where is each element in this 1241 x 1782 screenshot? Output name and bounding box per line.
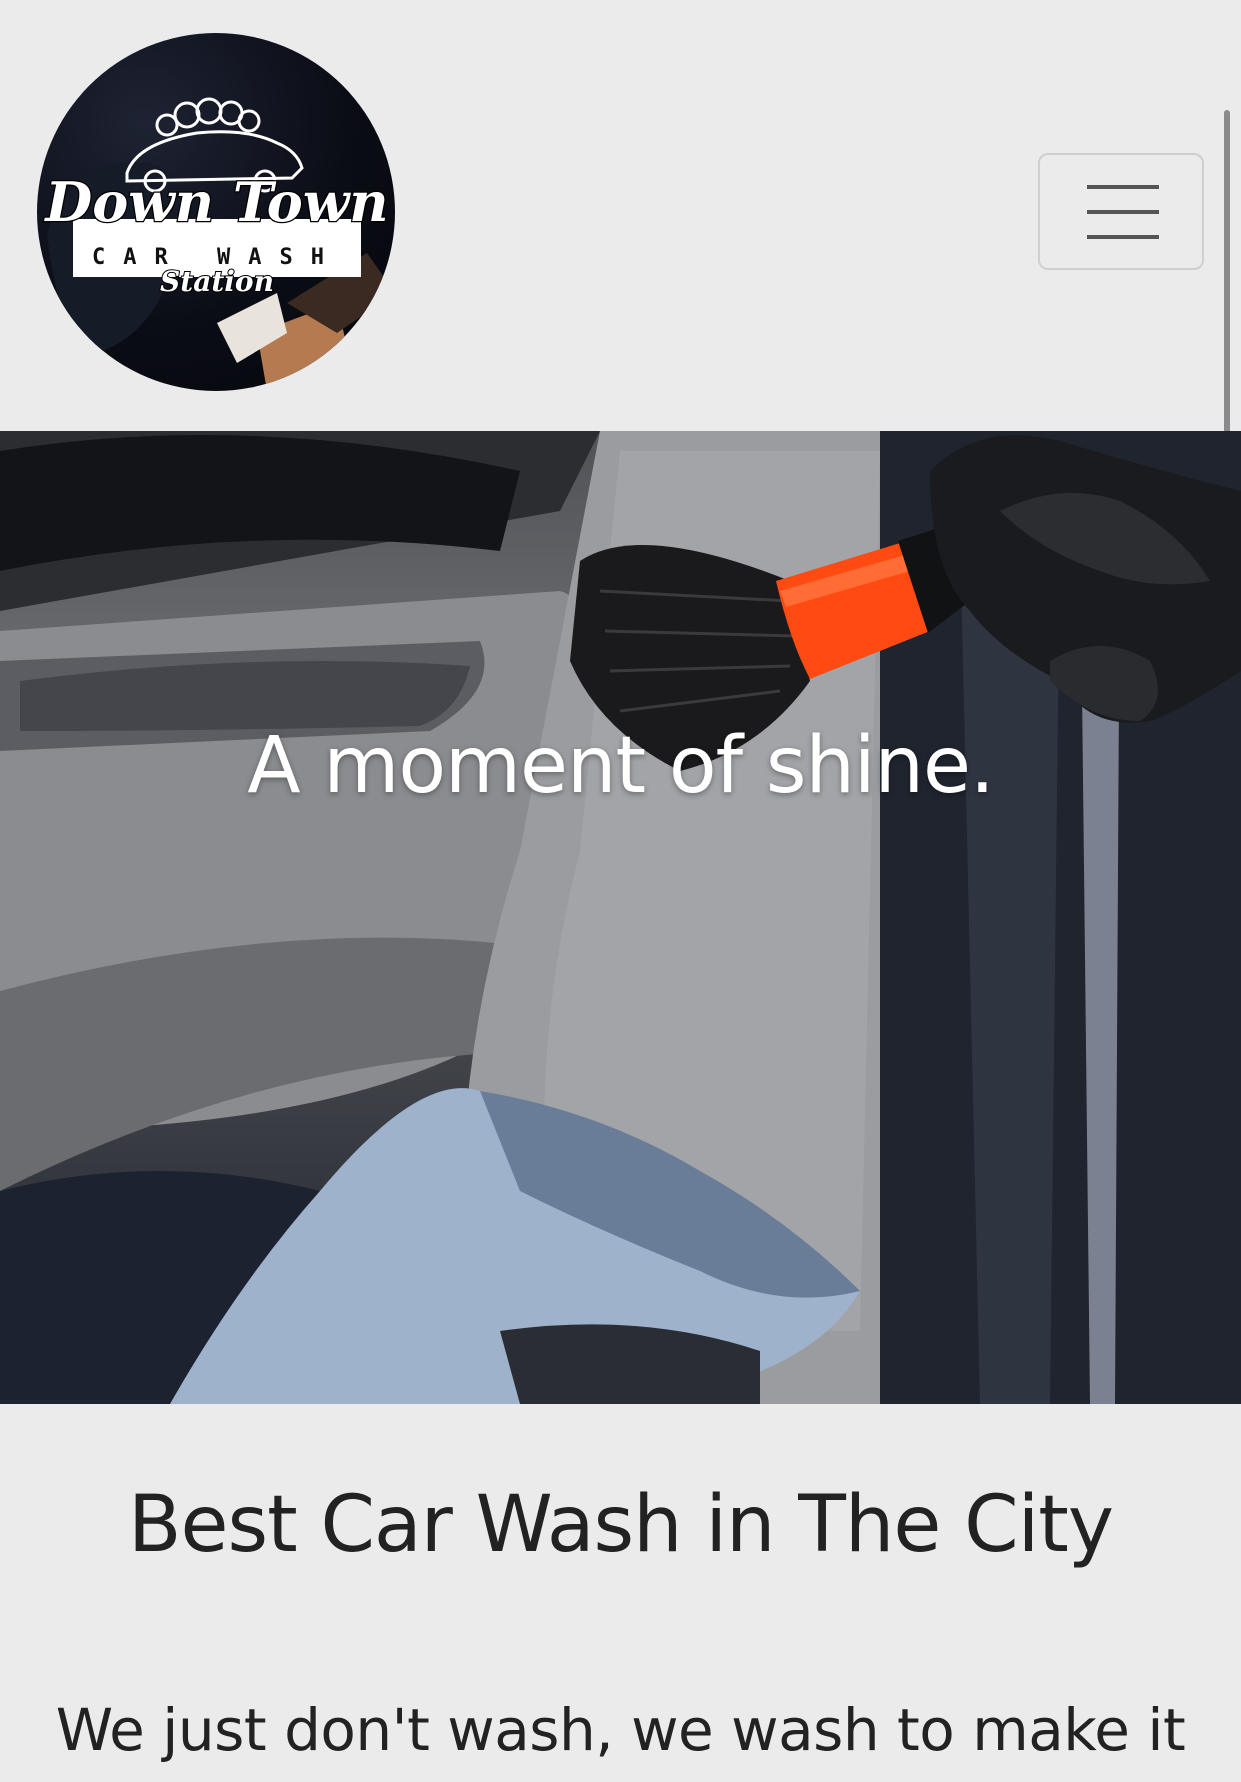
hero-title: A moment of shine. <box>247 721 995 811</box>
menu-toggle-button[interactable] <box>1038 153 1204 270</box>
site-logo[interactable]: Down Town CAR WASH Station <box>37 33 395 391</box>
hero-banner: A moment of shine. <box>0 431 1241 1404</box>
logo-line3: Station <box>160 265 274 298</box>
hero-image <box>0 431 1241 1404</box>
site-header: Down Town CAR WASH Station <box>0 0 1241 431</box>
page-scrollbar[interactable] <box>1224 110 1230 435</box>
page-headline: Best Car Wash in The City <box>127 1480 1114 1570</box>
logo-graphic: Down Town CAR WASH Station <box>37 33 395 391</box>
intro-tagline: We just don't wash, we wash to make it <box>55 1696 1186 1764</box>
page: Down Town CAR WASH Station A moment of s… <box>0 0 1241 1782</box>
logo-line1: Down Town <box>43 170 388 234</box>
